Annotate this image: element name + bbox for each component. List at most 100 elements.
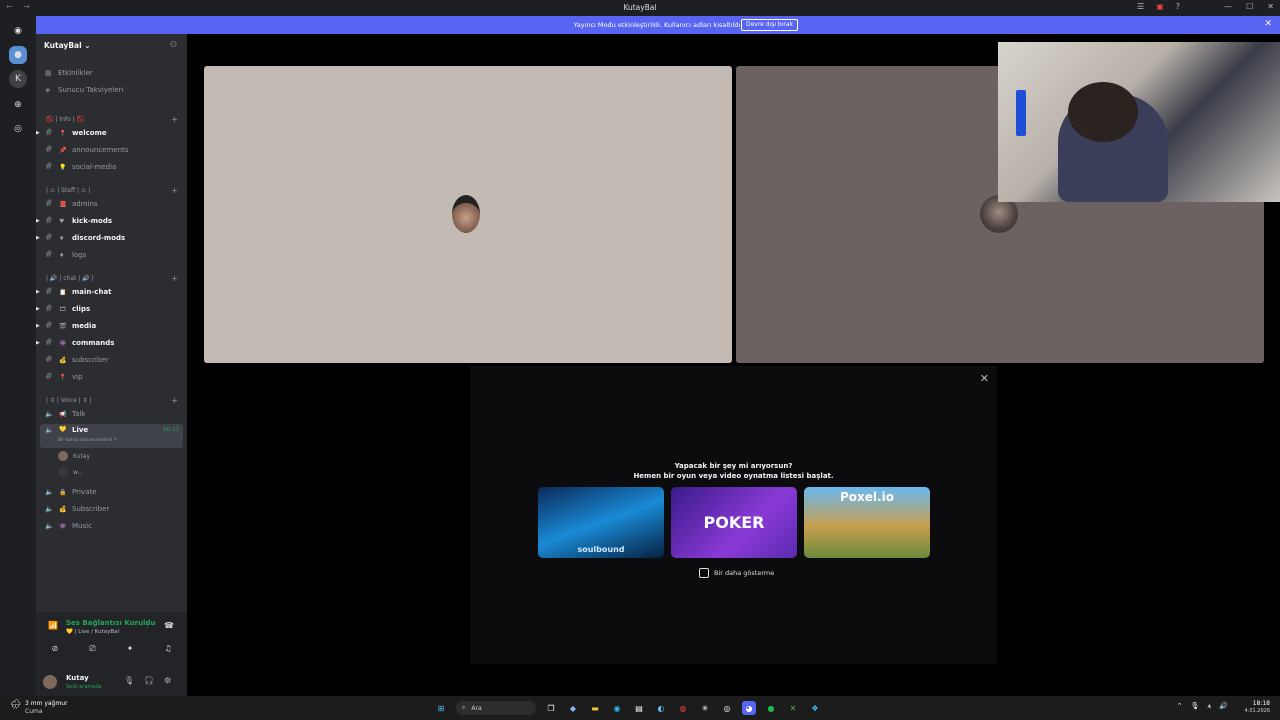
game-card-soulbound[interactable]: soulbound (538, 487, 664, 558)
add-channel-icon[interactable]: + (171, 396, 178, 405)
chevron-up-icon[interactable]: ⌃ (1177, 702, 1183, 711)
voice-channel-talk[interactable]: 🔈 📢 Talk (36, 407, 187, 421)
weather-text[interactable]: 3 mm yağmur (25, 700, 67, 707)
game-card-poker-night[interactable]: POKER (671, 487, 797, 558)
close-icon[interactable]: ✕ (980, 372, 989, 385)
category-info[interactable]: 🚫 | Info | 🚫 + (36, 112, 187, 126)
search-box[interactable]: ⌕ Ara (456, 701, 536, 715)
voice-status[interactable]: Ses Bağlantısı Kuruldu (66, 619, 155, 627)
events-item[interactable]: ▦ Etkinlikler (36, 66, 187, 80)
voice-channel-subscriber[interactable]: 🔈 💰 Subscriber (36, 502, 187, 516)
speaker-icon: 🔈 (45, 488, 54, 496)
copilot-icon[interactable]: ◆ (566, 701, 580, 715)
close-icon[interactable]: ✕ (1267, 2, 1274, 11)
category-chat[interactable]: | 🔊 | chat | 🔊 | + (36, 271, 187, 285)
file-explorer-icon[interactable]: ▬ (588, 701, 602, 715)
user-panel[interactable]: Kutay Sesli aramada 🎙 🎧 ⚙ (36, 668, 187, 696)
help-icon[interactable]: ? (1176, 2, 1180, 11)
banner-close-icon[interactable]: ✕ (1264, 19, 1272, 29)
game-card-poxel-io[interactable]: Poxel.io (804, 487, 930, 558)
user-status: Sesli aramada (66, 684, 102, 690)
voice-user[interactable]: w... (36, 465, 187, 479)
spotify-icon[interactable]: ● (764, 701, 778, 715)
hash-icon: # (45, 304, 53, 314)
discover-icon[interactable]: ◎ (9, 120, 27, 138)
server-boosts-item[interactable]: ◈ Sunucu Takviyeleri (36, 83, 187, 97)
channel-announcements[interactable]: # 📌 announcements (36, 143, 187, 157)
channel-admins[interactable]: # 📕 admins (36, 197, 187, 211)
steam-icon[interactable]: ◐ (654, 701, 668, 715)
voice-channel-private[interactable]: 🔈 🔒 Private (36, 485, 187, 499)
channel-media[interactable]: ▶ # 🎬 media (36, 319, 187, 333)
channel-welcome[interactable]: ▶ # 📍 welcome (36, 126, 187, 140)
hash-icon: # (45, 250, 53, 260)
activities-icon[interactable]: ✦ (127, 644, 134, 654)
clock-time[interactable]: 18:18 (1253, 700, 1270, 707)
add-channel-icon[interactable]: + (171, 186, 178, 195)
minimize-icon[interactable]: — (1224, 2, 1232, 11)
clock-date: 4.01.2026 (1244, 708, 1270, 714)
channel-kick-mods[interactable]: ▶ # ♥ kick-mods (36, 214, 187, 228)
hash-icon: # (45, 233, 53, 243)
channel-logs[interactable]: # ♦ logs (36, 248, 187, 262)
maximize-icon[interactable]: ☐ (1246, 2, 1253, 11)
server-icon-2[interactable]: K (9, 70, 27, 88)
start-icon[interactable]: ⊞ (434, 701, 448, 715)
edge-icon[interactable]: ◉ (610, 701, 624, 715)
dont-show-again-checkbox[interactable] (699, 568, 709, 578)
soundboard-icon[interactable]: ♫ (164, 644, 171, 654)
screen-share-icon[interactable]: ▣ (1156, 2, 1164, 11)
channel-subscriber[interactable]: # 💰 subscriber (36, 353, 187, 367)
channel-clips[interactable]: ▶ # 🎞 clips (36, 302, 187, 316)
channel-sidebar: KutayBal ⌄ ⚇ ▦ Etkinlikler ◈ Sunucu Takv… (36, 34, 187, 696)
obs-icon[interactable]: ◎ (720, 701, 734, 715)
discord-home-icon[interactable]: ◉ (9, 22, 27, 40)
discord-icon[interactable]: ◕ (742, 701, 756, 715)
username: Kutay (66, 674, 89, 682)
calendar-icon: ▦ (45, 69, 52, 77)
speaker-icon: 🔈 (45, 505, 54, 513)
hash-icon: # (45, 199, 53, 209)
voice-channel-music[interactable]: 🔈 👾 Music (36, 519, 187, 533)
app-icon-2[interactable]: ❖ (808, 701, 822, 715)
channel-vip[interactable]: # 📍 vip (36, 370, 187, 384)
camera-off-icon[interactable]: ⊘ (52, 644, 59, 654)
mic-icon[interactable]: 🎙 (1190, 702, 1199, 711)
channel-status-hint[interactable]: Bir kanal durumu belirle ✎ (58, 438, 117, 443)
channel-main-chat[interactable]: ▶ # 📋 main-chat (36, 285, 187, 299)
voice-channel-path: 💛 | Live / KutayBal (66, 629, 120, 635)
settings-icon[interactable]: ⚙ (164, 676, 171, 685)
chrome-icon[interactable]: ◍ (676, 701, 690, 715)
server-name[interactable]: KutayBal ⌄ (44, 41, 91, 50)
channel-discord-mods[interactable]: ▶ # ♦ discord-mods (36, 231, 187, 245)
category-voice[interactable]: | ⇕ | Voice | ⇕ | + (36, 393, 187, 407)
disconnect-icon[interactable]: ☎ (164, 621, 174, 630)
voice-user[interactable]: Kutay (36, 449, 187, 463)
add-channel-icon[interactable]: + (171, 115, 178, 124)
app-icon[interactable]: ✳ (698, 701, 712, 715)
category-staff[interactable]: | ⚠ | Staff | ⚠ | + (36, 183, 187, 197)
caret-icon: ▶ (36, 289, 40, 295)
volume-icon[interactable]: 🔊 (1219, 702, 1228, 711)
task-view-icon[interactable]: ❐ (544, 701, 558, 715)
channel-social-media[interactable]: # 💡 social-media (36, 160, 187, 174)
server-icon[interactable]: ● (9, 46, 27, 64)
add-channel-icon[interactable]: + (171, 274, 178, 283)
screen-share-icon[interactable]: ⎚ (89, 644, 95, 654)
wifi-icon[interactable]: ⩚ (1207, 702, 1211, 711)
add-user-icon[interactable]: ⚇ (170, 40, 177, 49)
disable-streamer-mode-button[interactable]: Devre dışı bırak (741, 19, 798, 31)
add-server-icon[interactable]: ⊕ (9, 96, 27, 114)
activity-suggestion-popup: ✕ Yapacak bir şey mi arıyorsun? Hemen bi… (470, 366, 997, 664)
noise-suppression-icon[interactable]: ⫶ (146, 621, 148, 631)
channel-commands[interactable]: ▶ # 👾 commands (36, 336, 187, 350)
mic-icon[interactable]: 🎙 (124, 676, 134, 685)
headphones-icon[interactable]: 🎧 (144, 676, 154, 685)
store-icon[interactable]: ▤ (632, 701, 646, 715)
participant-tile[interactable] (204, 66, 732, 363)
voice-channel-live[interactable]: 🔈 💛 Live 14:11 Bir kanal durumu belirle … (40, 424, 183, 448)
voice-panel: 📶 Ses Bağlantısı Kuruldu 💛 | Live / Kuta… (36, 612, 187, 696)
speaker-icon: 🔈 (45, 426, 54, 434)
xbox-icon[interactable]: ✕ (786, 701, 800, 715)
inbox-icon[interactable]: ☰ (1137, 2, 1144, 11)
